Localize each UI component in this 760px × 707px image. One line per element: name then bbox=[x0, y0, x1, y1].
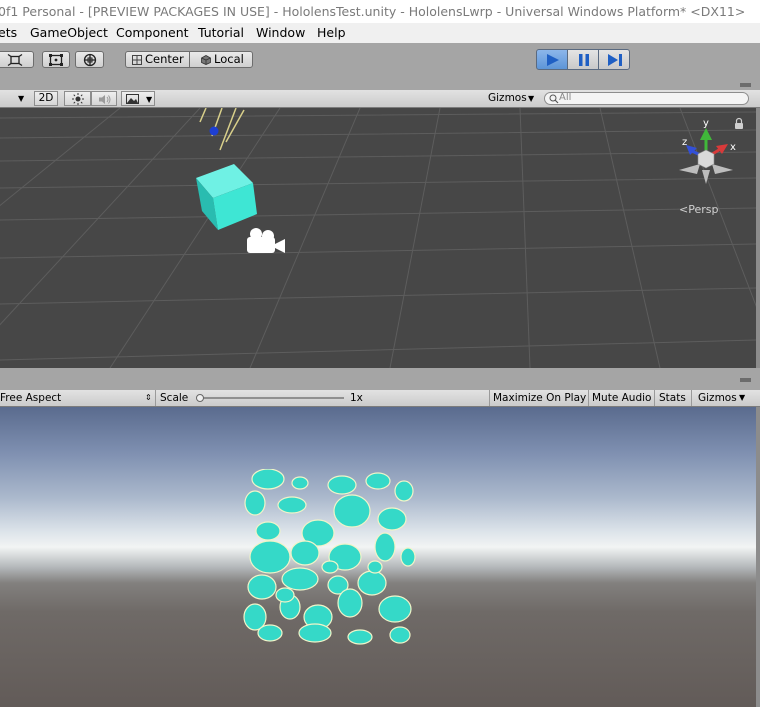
window-titlebar: 0f1 Personal - [PREVIEW PACKAGES IN USE]… bbox=[0, 0, 760, 23]
image-icon bbox=[126, 94, 139, 104]
pause-icon bbox=[579, 54, 589, 66]
pivot-local-label: Local bbox=[214, 52, 244, 66]
cube-object[interactable] bbox=[196, 164, 257, 230]
chevron-down-icon: ▼ bbox=[528, 94, 535, 103]
scale-slider-thumb[interactable] bbox=[196, 394, 204, 402]
pause-button[interactable] bbox=[567, 49, 599, 70]
menu-gameobject[interactable]: GameObject bbox=[30, 25, 108, 41]
menu-component[interactable]: Component bbox=[116, 25, 189, 41]
sun-icon bbox=[72, 93, 84, 105]
scene-lighting-toggle[interactable] bbox=[64, 91, 91, 106]
axis-y-label: y bbox=[703, 118, 709, 129]
game-gizmos-dropdown[interactable]: Gizmos ▼ bbox=[694, 390, 750, 406]
stats-toggle[interactable]: Stats bbox=[659, 390, 686, 406]
axis-z-label: z bbox=[682, 137, 687, 148]
game-gizmos-label: Gizmos bbox=[698, 392, 737, 404]
panel-menu-icon[interactable] bbox=[740, 378, 751, 383]
scale-slider[interactable] bbox=[196, 394, 344, 402]
projection-toggle[interactable]: <Persp bbox=[679, 203, 718, 216]
maximize-on-play-toggle[interactable]: Maximize On Play bbox=[493, 390, 586, 406]
scene-grid bbox=[0, 108, 756, 368]
camera-gizmo-icon[interactable] bbox=[247, 228, 285, 253]
step-icon bbox=[608, 54, 622, 66]
transform-tool-icon bbox=[83, 53, 96, 66]
scene-scrollbar[interactable] bbox=[756, 108, 760, 368]
menu-tutorial[interactable]: Tutorial bbox=[198, 25, 244, 41]
window-title: 0f1 Personal - [PREVIEW PACKAGES IN USE]… bbox=[0, 4, 746, 19]
speaker-icon bbox=[99, 95, 111, 104]
scene-toolbar: ▼ 2D ▼ Gizmos ▼ All bbox=[0, 90, 760, 108]
play-icon bbox=[547, 54, 559, 66]
menu-window[interactable]: Window bbox=[256, 25, 305, 41]
chevron-down-icon: ▼ bbox=[739, 393, 746, 402]
game-scrollbar[interactable] bbox=[756, 407, 760, 707]
lock-icon[interactable] bbox=[735, 117, 743, 130]
axis-x-label: x bbox=[730, 142, 736, 153]
scene-effects-dropdown[interactable]: ▼ bbox=[121, 91, 155, 106]
chevron-left-icon: < bbox=[679, 203, 689, 216]
local-space-icon bbox=[201, 55, 211, 65]
panel-menu-icon[interactable] bbox=[740, 83, 751, 88]
directional-light-gizmo bbox=[199, 108, 245, 151]
projection-label: Persp bbox=[688, 203, 719, 216]
scene-audio-toggle[interactable] bbox=[91, 91, 117, 106]
scene-tab-strip bbox=[0, 81, 760, 90]
rect-tool-icon bbox=[49, 53, 63, 66]
scale-label: Scale bbox=[160, 392, 189, 404]
game-tab-strip bbox=[0, 368, 760, 390]
menu-help[interactable]: Help bbox=[317, 25, 346, 41]
game-toolbar: Free Aspect ⇕ Scale 1x Maximize On Play … bbox=[0, 390, 760, 407]
scene-gizmos-label: Gizmos bbox=[488, 92, 527, 104]
toolbar-separator bbox=[654, 390, 655, 406]
chevron-updown-icon: ⇕ bbox=[145, 393, 152, 402]
step-button[interactable] bbox=[598, 49, 630, 70]
game-view[interactable] bbox=[0, 407, 756, 707]
transform-tool-button[interactable] bbox=[75, 51, 104, 68]
scene-search-placeholder: All bbox=[559, 92, 572, 103]
aspect-dropdown[interactable]: Free Aspect ⇕ bbox=[0, 390, 155, 406]
menu-assets[interactable]: ets bbox=[0, 25, 17, 41]
play-button[interactable] bbox=[536, 49, 568, 70]
scale-slider-track bbox=[200, 397, 344, 399]
draw-mode-dropdown[interactable]: ▼ bbox=[0, 91, 30, 106]
pivot-center-icon bbox=[132, 55, 142, 65]
toolbar-separator bbox=[588, 390, 589, 406]
pivot-center-toggle[interactable]: Center bbox=[125, 51, 190, 68]
main-toolbar: Center Local bbox=[0, 43, 760, 82]
menubar: ets GameObject Component Tutorial Window… bbox=[0, 23, 760, 43]
scene-search-input[interactable]: All bbox=[544, 92, 749, 105]
scale-tool-icon bbox=[7, 53, 23, 66]
chevron-down-icon: ▼ bbox=[18, 94, 25, 103]
pivot-local-toggle[interactable]: Local bbox=[189, 51, 253, 68]
aspect-label: Free Aspect bbox=[0, 392, 62, 404]
chevron-down-icon: ▼ bbox=[146, 95, 153, 104]
scene-view[interactable]: y z x <Persp bbox=[0, 108, 756, 368]
toolbar-separator bbox=[691, 390, 692, 406]
search-icon bbox=[549, 94, 559, 104]
scale-value: 1x bbox=[350, 392, 363, 404]
toggle-2d-label: 2D bbox=[38, 92, 54, 104]
toolbar-separator bbox=[489, 390, 490, 406]
dissolve-pattern-quad bbox=[243, 469, 416, 645]
pivot-center-label: Center bbox=[145, 52, 184, 66]
mute-audio-toggle[interactable]: Mute Audio bbox=[592, 390, 651, 406]
toggle-2d-button[interactable]: 2D bbox=[34, 91, 58, 106]
toolbar-separator bbox=[155, 390, 156, 406]
rect-tool-button[interactable] bbox=[42, 51, 70, 68]
sphere-object[interactable] bbox=[209, 126, 219, 136]
scene-gizmos-dropdown[interactable]: Gizmos ▼ bbox=[484, 91, 537, 106]
scale-tool-button[interactable] bbox=[0, 51, 34, 68]
